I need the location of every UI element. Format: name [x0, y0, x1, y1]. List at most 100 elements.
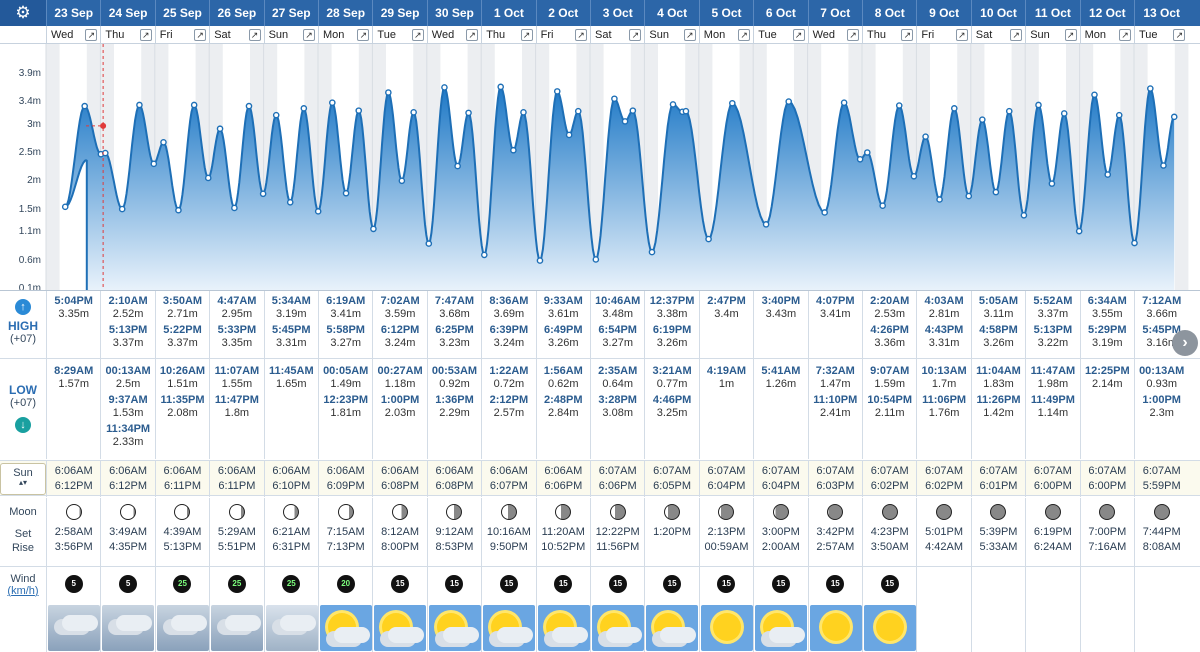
tide-height: 3.27m	[602, 337, 633, 349]
tide-time: 4:26PM	[870, 324, 909, 336]
tide-point	[441, 84, 448, 91]
expand-icon[interactable]: ↗	[574, 29, 587, 41]
sunrise-time: 6:07AM	[1088, 465, 1127, 477]
moon-cell: 3:00PM 2:00AM	[753, 498, 807, 566]
tide-time: 7:02AM	[380, 295, 420, 307]
expand-icon[interactable]: ↗	[1118, 29, 1131, 41]
sun-cell: 6:07AM 6:00PM	[1079, 461, 1134, 497]
expand-icon[interactable]: ↗	[466, 29, 479, 41]
sunrise-time: 6:07AM	[979, 465, 1018, 477]
tide-height: 0.92m	[439, 378, 470, 390]
unit-link[interactable]: (km/h)	[0, 585, 46, 597]
tide-height: 1.55m	[221, 378, 253, 390]
sun-cell: 6:06AM 6:10PM	[263, 461, 318, 497]
sunrise-time: 6:06AM	[326, 465, 365, 477]
tide-point	[355, 107, 363, 114]
expand-icon[interactable]: ↗	[248, 29, 261, 41]
day-cell: Thu ↗	[100, 26, 154, 44]
expand-icon[interactable]: ↗	[139, 29, 152, 41]
expand-icon[interactable]: ↗	[1064, 29, 1077, 41]
gear-icon[interactable]: ⚙	[0, 0, 46, 26]
moonset-time: 5:29AM	[217, 526, 256, 538]
tide-point	[669, 101, 677, 108]
tide-height: 1.57m	[58, 378, 89, 390]
expand-icon[interactable]: ↗	[792, 29, 805, 41]
tide-height: 1.8m	[224, 407, 250, 419]
expand-icon[interactable]: ↗	[85, 29, 98, 41]
tide-point	[286, 198, 294, 206]
tide-time: 2:12PM	[489, 394, 529, 406]
high-tide-cell: 5:05AM 3.11m 4:58PM 3.26m	[970, 291, 1025, 359]
tide-point	[314, 208, 322, 215]
cloud-icon	[62, 615, 98, 631]
date-cell: 5 Oct	[698, 0, 753, 26]
high-tide-label: ↑ HIGH (+07)	[8, 299, 38, 345]
wind-cell	[970, 567, 1025, 652]
date-cell: 29 Sep	[372, 0, 426, 26]
tide-time: 6:19PM	[652, 324, 692, 336]
expand-icon[interactable]: ↗	[683, 29, 696, 41]
wind-row: Wind (km/h) 5 5 25 25 25 20 15 15 15 15 15 15 15 15 15…	[0, 566, 1200, 652]
tide-height: 0.64m	[602, 378, 633, 390]
expand-icon[interactable]: ↗	[1173, 29, 1186, 41]
tide-time: 5:52AM	[1033, 295, 1073, 307]
sun-icon	[876, 613, 904, 641]
sun-cell: 6:06AM 6:11PM	[209, 461, 263, 497]
wind-speed: 15	[395, 579, 405, 588]
date-header: ⚙ 23 Sep 24 Sep 25 Sep 26 Sep 27 Sep 28 Sep 29…	[0, 0, 1200, 26]
cloud-icon	[769, 627, 806, 643]
expand-icon[interactable]: ↗	[629, 29, 642, 41]
tide-time: 11:04AM	[976, 365, 1021, 377]
date-cell: 28 Sep	[318, 0, 372, 26]
expand-icon[interactable]: ↗	[738, 29, 751, 41]
moonset-time: 4:39AM	[163, 526, 202, 538]
wind-arrow-icon: 5	[64, 575, 83, 593]
tide-height: 2.5m	[115, 378, 141, 390]
tide-time: 4:43PM	[924, 324, 964, 336]
expand-icon[interactable]: ↗	[411, 29, 424, 41]
sun-cell: 6:07AM 6:03PM	[807, 461, 862, 497]
expand-icon[interactable]: ↗	[846, 29, 859, 41]
wind-arrow-icon: 15	[499, 575, 518, 593]
date-cell: 26 Sep	[209, 0, 263, 26]
dow-label: Thu	[867, 29, 886, 41]
low-tide-cell: 1:56AM 0.62m 2:48PM 2.84m	[535, 359, 590, 459]
dow-label: Sat	[975, 29, 993, 41]
tide-point	[175, 206, 182, 214]
wind-speed: 15	[885, 579, 895, 588]
wind-cell: 20	[318, 567, 372, 652]
dow-label: Fri	[921, 29, 935, 41]
tide-time: 6:19AM	[326, 295, 366, 307]
tide-time: 2:35AM	[598, 365, 638, 377]
dow-label: Wed	[431, 29, 455, 41]
tide-height: 2.03m	[384, 407, 416, 419]
next-arrow-button[interactable]: ›	[1172, 330, 1198, 356]
sun-cell: 6:06AM 6:08PM	[372, 461, 426, 497]
tide-point	[821, 209, 828, 216]
sun-icon	[712, 613, 741, 641]
day-cell: Fri ↗	[535, 26, 590, 44]
day-cell: Sun ↗	[644, 26, 698, 44]
high-tide-cell: 6:34AM 3.55m 5:29PM 3.19m	[1079, 291, 1134, 359]
moonrise-time: 6:24AM	[1033, 541, 1072, 553]
expand-icon[interactable]: ↗	[357, 29, 370, 41]
expand-icon[interactable]: ↗	[302, 29, 315, 41]
expand-icon[interactable]: ↗	[194, 29, 207, 41]
expand-icon[interactable]: ↗	[1010, 29, 1023, 41]
moonrise-time: 6:31PM	[272, 541, 311, 553]
sun-label: Sun ▴▾	[0, 463, 46, 495]
tide-time: 5:58PM	[326, 324, 365, 336]
tide-time: 10:54PM	[867, 394, 913, 406]
expand-icon[interactable]: ↗	[955, 29, 968, 41]
tide-height: 2.11m	[874, 407, 905, 419]
expand-icon[interactable]: ↗	[901, 29, 914, 41]
wind-cell: 15	[753, 567, 808, 652]
tide-time: 2:10AM	[108, 295, 148, 307]
date-cell: 27 Sep	[263, 0, 318, 26]
tide-time: 3:21AM	[652, 365, 692, 377]
tide-point	[1020, 212, 1028, 219]
expand-icon[interactable]: ↗	[520, 29, 533, 41]
date-cell: 7 Oct	[807, 0, 862, 26]
y-axis-label: 2.5m	[18, 147, 41, 159]
tide-chart[interactable]: 3.9m 3.4m 3m 2.5m 2m 1.5m 1.1m 0.6m 0.1m	[0, 44, 1200, 294]
